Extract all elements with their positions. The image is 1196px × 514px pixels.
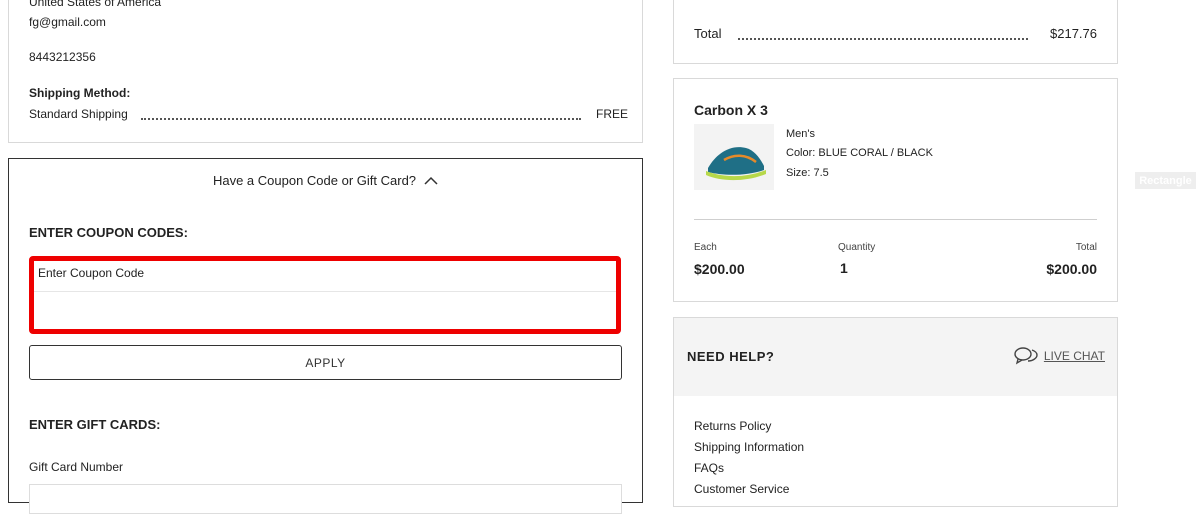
chat-bubbles-icon <box>1014 347 1038 365</box>
shipping-email: fg@gmail.com <box>29 15 106 29</box>
shipping-method-price: FREE <box>596 107 629 121</box>
product-color: Color: BLUE CORAL / BLACK <box>786 147 933 159</box>
coupon-field-label: Enter Coupon Code <box>38 266 145 280</box>
coupon-heading: ENTER COUPON CODES: <box>29 225 188 240</box>
coupon-panel: Have a Coupon Code or Gift Card? ENTER C… <box>8 158 643 514</box>
coupon-field-highlight: Enter Coupon Code <box>29 256 621 334</box>
quantity-value: 1 <box>840 260 848 276</box>
shipping-summary: United States of America fg@gmail.com 84… <box>8 0 643 143</box>
each-label: Each <box>694 242 717 253</box>
help-link-shipping[interactable]: Shipping Information <box>694 440 804 454</box>
coupon-toggle-label: Have a Coupon Code or Gift Card? <box>212 173 417 188</box>
help-link-faqs[interactable]: FAQs <box>694 461 724 475</box>
product-card: Carbon X 3 Men's Color: BLUE CORAL / BLA… <box>673 78 1118 302</box>
live-chat-label: LIVE CHAT <box>1043 349 1105 363</box>
line-total-value: $200.00 <box>1046 261 1097 277</box>
coupon-toggle[interactable]: Have a Coupon Code or Gift Card? <box>9 173 642 188</box>
apply-button[interactable]: APPLY <box>29 345 622 380</box>
each-value: $200.00 <box>694 261 745 277</box>
live-chat-link[interactable]: LIVE CHAT <box>1014 346 1105 366</box>
product-image[interactable] <box>694 124 774 190</box>
order-total: Total $217.76 <box>673 0 1118 64</box>
gift-field-label: Gift Card Number <box>29 460 124 474</box>
divider <box>694 219 1097 220</box>
total-label: Total <box>694 26 722 41</box>
chevron-up-icon <box>424 176 438 185</box>
dotted-leader <box>738 38 1028 40</box>
coupon-input[interactable] <box>34 292 616 329</box>
dotted-leader <box>141 118 581 120</box>
product-name: Carbon X 3 <box>694 102 768 118</box>
help-link-returns[interactable]: Returns Policy <box>694 419 771 433</box>
gift-heading: ENTER GIFT CARDS: <box>29 417 161 432</box>
rectangle-tag: Rectangle <box>1135 172 1196 189</box>
product-gender: Men's <box>786 128 815 140</box>
quantity-label: Quantity <box>838 242 876 253</box>
help-link-customer-service[interactable]: Customer Service <box>694 482 789 496</box>
coupon-input-container <box>34 291 616 329</box>
help-heading: NEED HELP? <box>687 349 775 364</box>
shoe-image-icon <box>706 147 766 181</box>
help-panel: NEED HELP? LIVE CHAT Returns Policy Ship… <box>673 317 1118 507</box>
shipping-method-heading: Shipping Method: <box>29 86 131 100</box>
total-value: $217.76 <box>1050 26 1097 41</box>
gift-card-input[interactable] <box>29 484 622 514</box>
shipping-country: United States of America <box>29 0 162 9</box>
shipping-method-name: Standard Shipping <box>29 107 128 121</box>
product-size: Size: 7.5 <box>786 167 829 179</box>
line-total-label: Total <box>1075 242 1097 253</box>
shipping-phone: 8443212356 <box>29 50 96 64</box>
help-header: NEED HELP? LIVE CHAT <box>674 318 1117 396</box>
